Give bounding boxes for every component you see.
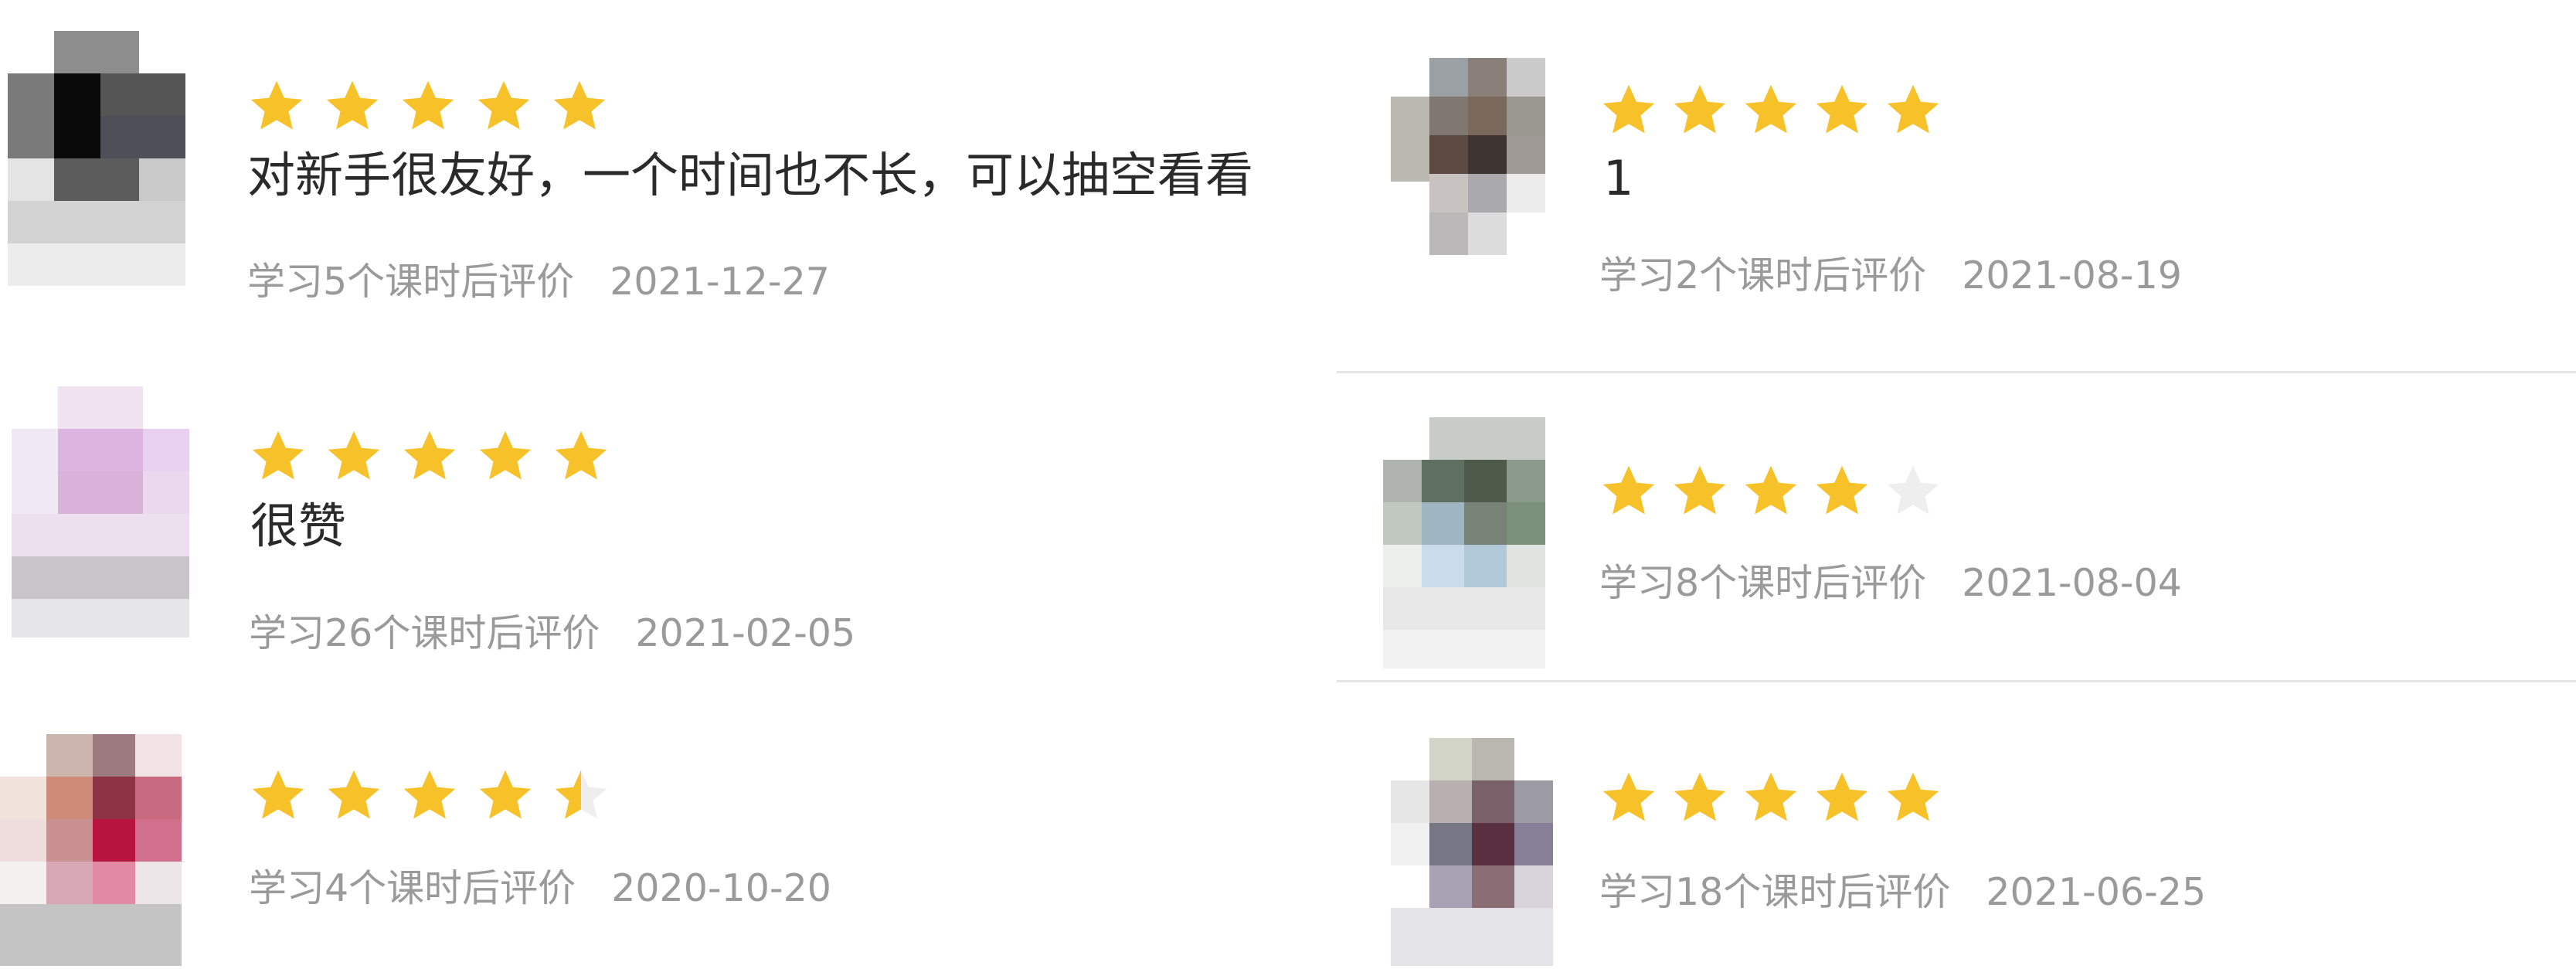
- avatar[interactable]: [1391, 738, 1553, 966]
- review-comment: 1: [1603, 150, 1634, 206]
- star-icon: [476, 427, 535, 486]
- review-meta: 学习2个课时后评价 2021-08-19: [1599, 257, 2182, 294]
- review-meta: 学习8个课时后评价 2021-08-04: [1599, 564, 2182, 602]
- star-icon: [400, 767, 459, 825]
- star-icon: [474, 77, 533, 136]
- star-icon: [552, 427, 610, 486]
- star-icon: [1742, 769, 1800, 828]
- study-note: 学习4个课时后评价: [249, 866, 576, 910]
- review-item: 学习8个课时后评价 2021-08-04: [1383, 379, 2576, 680]
- star-icon: [323, 77, 382, 136]
- star-icon: [249, 767, 308, 825]
- avatar[interactable]: [12, 386, 189, 641]
- review-date: 2021-08-19: [1962, 253, 2182, 298]
- study-note: 学习18个课时后评价: [1599, 870, 1951, 914]
- star-icon: [325, 427, 383, 486]
- review-item: 对新手很友好，一个时间也不长，可以抽空看看 学习5个课时后评价 2021-12-2…: [0, 0, 1329, 363]
- avatar[interactable]: [1383, 417, 1584, 672]
- avatar[interactable]: [0, 734, 185, 966]
- review-meta: 学习5个课时后评价 2021-12-27: [247, 263, 830, 301]
- review-date: 2021-06-25: [1986, 870, 2207, 914]
- star-icon: [1599, 769, 1658, 828]
- star-icon: [325, 767, 383, 825]
- star-icon: [476, 767, 535, 825]
- review-meta: 学习26个课时后评价 2021-02-05: [249, 614, 855, 652]
- review-comment: 对新手很友好，一个时间也不长，可以抽空看看: [247, 147, 1254, 203]
- star-empty-icon: [1884, 462, 1942, 521]
- review-date: 2021-12-27: [610, 260, 830, 304]
- divider: [1337, 680, 2576, 682]
- review-item: 1 学习2个课时后评价 2021-08-19: [1383, 0, 2576, 363]
- star-icon: [1884, 769, 1942, 828]
- avatar[interactable]: [1391, 58, 1545, 259]
- star-icon: [400, 427, 459, 486]
- review-meta: 学习18个课时后评价 2021-06-25: [1599, 873, 2206, 911]
- avatar[interactable]: [8, 31, 185, 294]
- study-note: 学习8个课时后评价: [1599, 561, 1927, 605]
- star-icon: [1813, 81, 1871, 140]
- review-date: 2021-02-05: [635, 611, 856, 655]
- star-icon: [1884, 81, 1942, 140]
- review-item: 很赞 学习26个课时后评价 2021-02-05: [0, 363, 1329, 711]
- star-icon: [1599, 81, 1658, 140]
- review-comment: 很赞: [250, 498, 347, 554]
- star-icon: [1742, 462, 1800, 521]
- study-note: 学习5个课时后评价: [247, 260, 575, 304]
- star-icon: [247, 77, 306, 136]
- star-icon: [1670, 769, 1729, 828]
- star-icon: [1670, 462, 1729, 521]
- star-icon: [1742, 81, 1800, 140]
- divider: [1337, 371, 2576, 373]
- star-icon: [1599, 462, 1658, 521]
- star-icon: [1813, 462, 1871, 521]
- review-date: 2021-08-04: [1962, 561, 2182, 605]
- study-note: 学习26个课时后评价: [249, 611, 600, 655]
- star-icon: [550, 77, 609, 136]
- star-icon: [249, 427, 308, 486]
- review-meta: 学习4个课时后评价 2020-10-20: [249, 869, 831, 907]
- study-note: 学习2个课时后评价: [1599, 253, 1927, 298]
- review-date: 2020-10-20: [611, 866, 831, 910]
- star-icon: [399, 77, 457, 136]
- star-icon: [1813, 769, 1871, 828]
- star-half-icon: [552, 767, 610, 825]
- star-icon: [1670, 81, 1729, 140]
- review-item: 学习18个课时后评价 2021-06-25: [1383, 711, 2576, 966]
- review-item: 学习4个课时后评价 2020-10-20: [0, 711, 1329, 966]
